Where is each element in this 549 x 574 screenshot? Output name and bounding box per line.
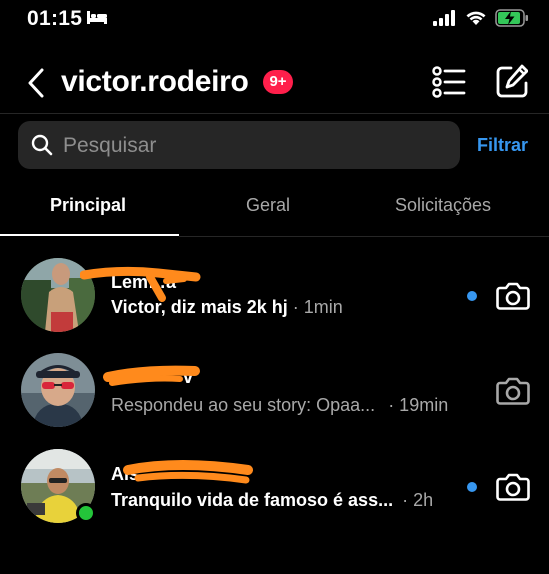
redaction-scribble xyxy=(103,365,200,386)
notification-badge: 9+ xyxy=(263,70,293,94)
message-time: · 2h xyxy=(402,490,434,510)
new-message-icon[interactable] xyxy=(496,64,528,98)
cellular-signal-icon xyxy=(433,10,455,26)
message-preview: Respondeu ao seu story: Opaa... xyxy=(111,395,376,415)
online-status-indicator xyxy=(76,503,96,523)
message-preview: Victor, diz mais 2k hj xyxy=(111,297,288,317)
conversation-item[interactable]: Lem…a Victor, diz mais 2k hj · 1min xyxy=(0,250,549,340)
inbox-tabs: Principal Geral Solicitações xyxy=(0,178,549,236)
unread-indicator xyxy=(467,482,477,492)
redaction-scribble xyxy=(123,460,253,484)
avatar xyxy=(21,353,95,427)
message-time: · 1min xyxy=(292,297,343,317)
conversation-preview: Respondeu ao seu story: Opaa... · 19min xyxy=(111,395,448,416)
account-username[interactable]: victor.rodeiro xyxy=(61,65,249,99)
search-input[interactable] xyxy=(61,121,445,171)
tab-principal[interactable]: Principal xyxy=(50,195,126,216)
conversation-preview: Tranquilo vida de famoso é ass... · 2h xyxy=(111,490,433,511)
camera-icon[interactable] xyxy=(496,281,530,311)
status-bar: 01:15 xyxy=(0,0,549,40)
filter-button[interactable]: Filtrar xyxy=(477,135,528,156)
camera-icon[interactable] xyxy=(496,376,530,406)
list-options-icon[interactable] xyxy=(432,66,466,98)
active-tab-indicator xyxy=(0,234,179,236)
camera-icon[interactable] xyxy=(496,472,530,502)
header: victor.rodeiro 9+ xyxy=(0,58,549,108)
wifi-icon xyxy=(466,11,486,25)
battery-charging-icon xyxy=(495,9,528,27)
search-icon xyxy=(31,134,53,156)
header-divider xyxy=(0,113,549,114)
search-bar[interactable] xyxy=(18,121,460,171)
tab-solicitacoes[interactable]: Solicitações xyxy=(395,195,491,216)
status-time: 01:15 xyxy=(27,7,83,30)
tab-geral[interactable]: Geral xyxy=(246,195,290,216)
tabs-divider xyxy=(179,236,549,237)
message-time: · 19min xyxy=(388,395,449,415)
conversation-preview: Victor, diz mais 2k hj · 1min xyxy=(111,297,343,318)
sleep-focus-icon xyxy=(87,11,107,24)
back-arrow-icon[interactable] xyxy=(24,66,48,100)
message-preview: Tranquilo vida de famoso é ass... xyxy=(111,490,394,510)
conversation-item[interactable]: Ais Tranquilo vida de famoso é ass... · … xyxy=(0,440,549,530)
conversation-item[interactable]: v Respondeu ao seu story: Opaa... · 19mi… xyxy=(0,345,549,435)
unread-indicator xyxy=(467,291,477,301)
